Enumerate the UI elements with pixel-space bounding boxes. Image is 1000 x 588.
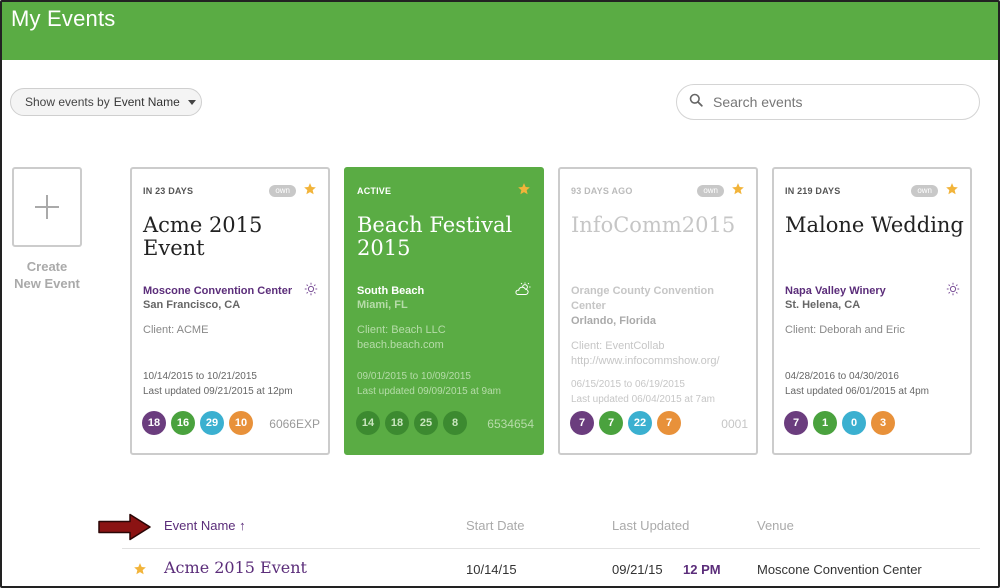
event-code: 6066EXP — [269, 417, 320, 431]
create-event-label[interactable]: Create New Event — [2, 258, 92, 292]
venue-name: Moscone Convention Center — [143, 285, 293, 297]
column-header-event-name[interactable]: Event Name ↑ — [164, 518, 246, 533]
search-box[interactable] — [676, 84, 980, 120]
event-dates: 09/01/2015 to 10/09/2015 Last updated 09… — [357, 371, 502, 397]
column-header-venue[interactable]: Venue — [757, 518, 794, 533]
owner-badge: own — [269, 185, 296, 197]
sort-by-value: Event Name — [113, 95, 180, 109]
event-name: InfoComm2015 — [571, 213, 736, 237]
count-badge: 18 — [142, 411, 166, 435]
count-badge: 0 — [842, 411, 866, 435]
venue-name: Orange County Convention Center — [571, 285, 714, 312]
status-badges: 18 16 29 10 — [142, 411, 258, 435]
client-info: Client: Deborah and Eric — [785, 324, 905, 336]
table-row-venue: Moscone Convention Center — [757, 562, 922, 577]
client-info: Client: Beach LLC beach.beach.com — [357, 324, 446, 353]
venue-name: South Beach — [357, 285, 425, 297]
event-timing: ACTIVE — [357, 186, 392, 196]
event-card-past[interactable]: 93 DAYS AGO own InfoComm2015 Orange Coun… — [558, 167, 758, 455]
event-card[interactable]: IN 219 DAYS own Malone Wedding Napa Vall… — [772, 167, 972, 455]
count-badge: 7 — [599, 411, 623, 435]
count-badge: 1 — [813, 411, 837, 435]
create-event-button[interactable] — [12, 167, 82, 247]
count-badge: 3 — [871, 411, 895, 435]
sort-by-label: Show events by — [25, 95, 110, 109]
owner-badge: own — [911, 185, 938, 197]
event-name: Malone Wedding — [785, 213, 964, 237]
plus-icon — [35, 195, 59, 219]
event-dates: 06/15/2015 to 06/19/2015 Last updated 06… — [571, 379, 716, 405]
sun-icon — [946, 282, 960, 296]
count-badge: 22 — [628, 411, 652, 435]
event-card-active[interactable]: ACTIVE Beach Festival 2015 South Beach M… — [344, 167, 544, 455]
owner-badge: own — [697, 185, 724, 197]
table-row-event-name[interactable]: Acme 2015 Event — [164, 558, 307, 577]
count-badge: 7 — [657, 411, 681, 435]
client-url[interactable]: http://www.infocommshow.org/ — [571, 354, 720, 369]
client-url[interactable]: beach.beach.com — [357, 338, 446, 353]
status-badges: 7 1 0 3 — [784, 411, 900, 435]
status-badges: 7 7 22 7 — [570, 411, 686, 435]
event-code: 0001 — [721, 417, 748, 431]
event-timing: IN 23 DAYS — [143, 186, 194, 196]
search-icon — [689, 93, 703, 112]
column-header-start-date[interactable]: Start Date — [466, 518, 525, 533]
app-window: My Events Show events by Event Name Crea… — [0, 0, 1000, 588]
event-code: 6534654 — [487, 417, 534, 431]
count-badge: 10 — [229, 411, 253, 435]
count-badge: 8 — [443, 411, 467, 435]
sort-by-dropdown[interactable]: Show events by Event Name — [10, 88, 202, 116]
count-badge: 7 — [784, 411, 808, 435]
count-badge: 7 — [570, 411, 594, 435]
star-icon[interactable] — [731, 182, 745, 196]
venue-city: St. Helena, CA — [785, 299, 861, 311]
star-icon[interactable] — [303, 182, 317, 196]
event-name: Acme 2015 Event — [143, 213, 263, 260]
column-header-last-updated[interactable]: Last Updated — [612, 518, 689, 533]
search-input[interactable] — [713, 94, 953, 110]
list-divider — [122, 548, 980, 549]
star-icon[interactable] — [133, 562, 147, 576]
star-icon[interactable] — [945, 182, 959, 196]
venue-city: Orlando, Florida — [571, 315, 656, 327]
table-row-start-date: 10/14/15 — [466, 562, 517, 577]
venue-city: Miami, FL — [357, 299, 408, 311]
star-icon[interactable] — [517, 182, 531, 196]
client-info: Client: EventCollab http://www.infocomms… — [571, 340, 720, 369]
venue-name: Napa Valley Winery — [785, 285, 886, 297]
event-timing: IN 219 DAYS — [785, 186, 841, 196]
app-header: My Events — [2, 2, 998, 60]
chevron-down-icon — [187, 99, 196, 105]
event-timing: 93 DAYS AGO — [571, 186, 633, 196]
venue-city: San Francisco, CA — [143, 299, 241, 311]
client-info: Client: ACME — [143, 324, 209, 336]
count-badge: 14 — [356, 411, 380, 435]
page-title: My Events — [11, 6, 116, 31]
count-badge: 18 — [385, 411, 409, 435]
count-badge: 16 — [171, 411, 195, 435]
event-name: Beach Festival 2015 — [357, 213, 513, 260]
table-row-updated-time: 12 PM — [683, 562, 721, 577]
event-card[interactable]: IN 23 DAYS own Acme 2015 Event Moscone C… — [130, 167, 330, 455]
count-badge: 25 — [414, 411, 438, 435]
sun-icon — [304, 282, 318, 296]
count-badge: 29 — [200, 411, 224, 435]
table-row-updated-date: 09/21/15 — [612, 562, 663, 577]
status-badges: 14 18 25 8 — [356, 411, 472, 435]
partly-cloudy-icon — [515, 282, 531, 295]
pointer-arrow-icon — [98, 513, 151, 541]
event-dates: 10/14/2015 to 10/21/2015 Last updated 09… — [143, 371, 293, 397]
event-dates: 04/28/2016 to 04/30/2016 Last updated 06… — [785, 371, 930, 397]
